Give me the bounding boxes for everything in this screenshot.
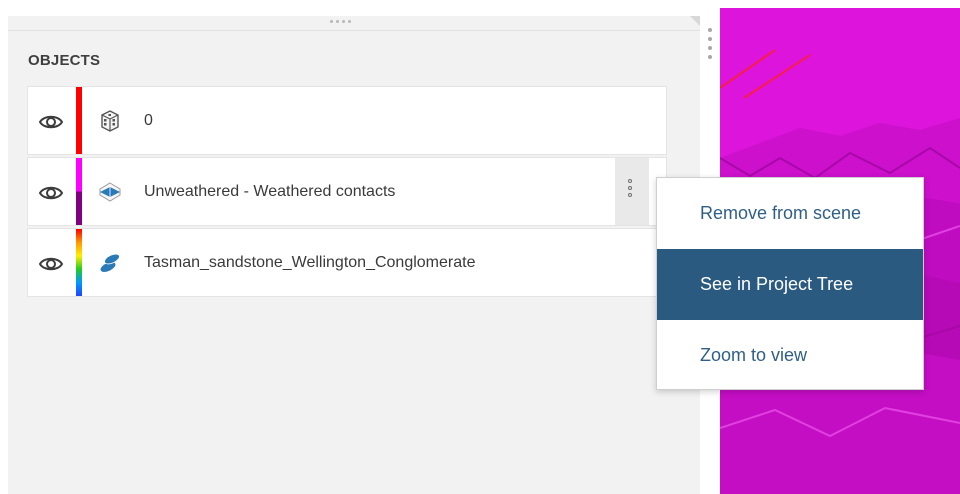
object-label: 0 [144,112,153,129]
objects-list: 0 Unweathered - Weathered contacts Tasma… [27,86,667,299]
object-row[interactable]: 0 [27,86,667,155]
color-swatch[interactable] [76,229,82,296]
menu-item-zoom-to-view[interactable]: Zoom to view [657,320,923,391]
geology-model-icon [98,251,122,275]
surface-icon [98,180,122,204]
panel-resize-bar[interactable] [8,16,700,31]
eye-icon[interactable] [38,183,64,203]
object-row[interactable]: Unweathered - Weathered contacts [27,157,667,226]
drag-handle-icon[interactable] [330,20,351,23]
menu-item-remove-from-scene[interactable]: Remove from scene [657,178,923,249]
corner-mark [690,16,700,26]
more-vertical-icon [628,179,632,197]
section-title: OBJECTS [28,52,101,69]
color-swatch[interactable] [76,87,82,154]
drag-handle-icon[interactable] [708,28,712,59]
object-label: Unweathered - Weathered contacts [144,183,396,200]
context-menu: Remove from scene See in Project Tree Zo… [656,177,924,390]
color-swatch[interactable] [76,158,82,225]
object-label: Tasman_sandstone_Wellington_Conglomerate [144,254,476,271]
eye-icon[interactable] [38,112,64,132]
more-options-button[interactable] [615,158,649,225]
block-model-icon [98,109,122,133]
object-row[interactable]: Tasman_sandstone_Wellington_Conglomerate [27,228,667,297]
menu-item-see-in-project-tree[interactable]: See in Project Tree [657,249,923,320]
eye-icon[interactable] [38,254,64,274]
